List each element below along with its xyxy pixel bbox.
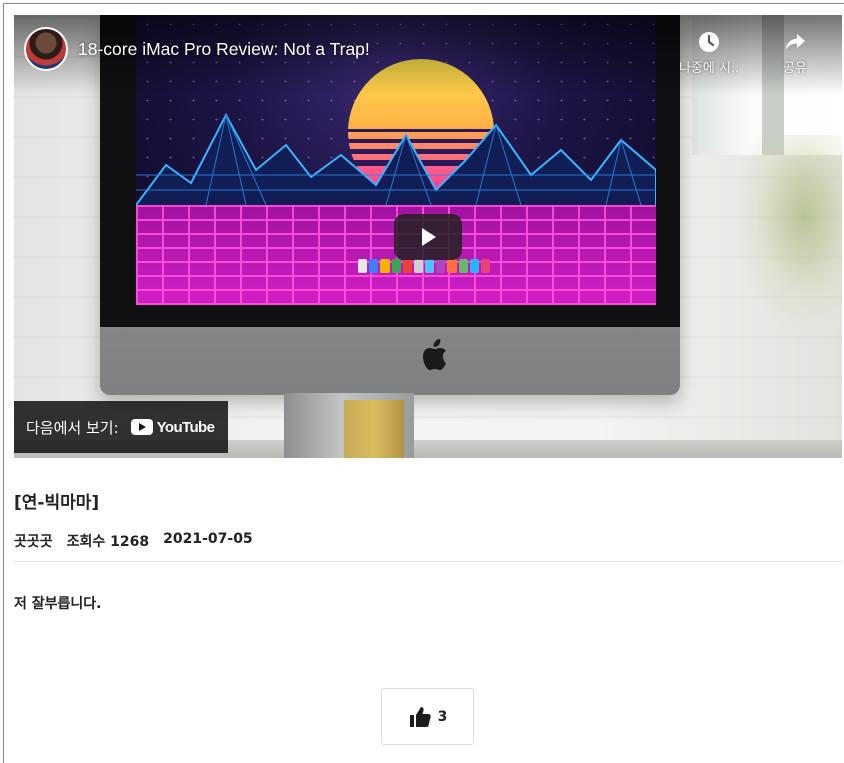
channel-avatar[interactable] <box>24 27 68 71</box>
video-title[interactable]: 18-core iMac Pro Review: Not a Trap! <box>78 39 370 60</box>
post-body: 저 잘부릅니다. <box>14 596 102 612</box>
share-button[interactable]: 공유 <box>765 31 825 76</box>
video-plant <box>732 135 842 335</box>
embedded-video-player[interactable]: 18-core iMac Pro Review: Not a Trap! 나중에… <box>14 15 842 458</box>
post-title: [연-빅마마] <box>14 493 100 513</box>
play-button[interactable] <box>394 214 462 260</box>
thumbs-up-icon <box>409 706 431 727</box>
content-divider <box>14 561 842 562</box>
youtube-logo: YouTube <box>130 418 215 436</box>
screen-mountains <box>136 112 656 215</box>
share-label: 공유 <box>783 61 807 76</box>
apple-logo-icon <box>423 339 446 370</box>
youtube-logo-text: YouTube <box>156 418 215 436</box>
post-meta: 곳곳곳 조회수 1268 2021-07-05 <box>14 531 253 551</box>
play-icon <box>422 228 436 246</box>
post-date: 2021-07-05 <box>163 531 253 547</box>
watch-later-button[interactable]: 나중에 시... <box>679 31 739 76</box>
watch-on-youtube-button[interactable]: 다음에서 보기: YouTube <box>14 401 229 453</box>
youtube-play-icon <box>130 419 153 435</box>
watch-later-label: 나중에 시... <box>679 61 739 76</box>
post-views: 조회수 1268 <box>66 534 150 550</box>
screen-dock <box>358 259 491 273</box>
clock-icon <box>699 32 719 52</box>
watch-on-label: 다음에서 보기: <box>26 418 119 437</box>
like-button[interactable]: 3 <box>381 688 474 745</box>
imac-stand-reflection <box>344 400 404 458</box>
post-author[interactable]: 곳곳곳 <box>14 531 53 551</box>
like-count: 3 <box>437 708 448 725</box>
share-arrow-icon <box>785 34 805 50</box>
